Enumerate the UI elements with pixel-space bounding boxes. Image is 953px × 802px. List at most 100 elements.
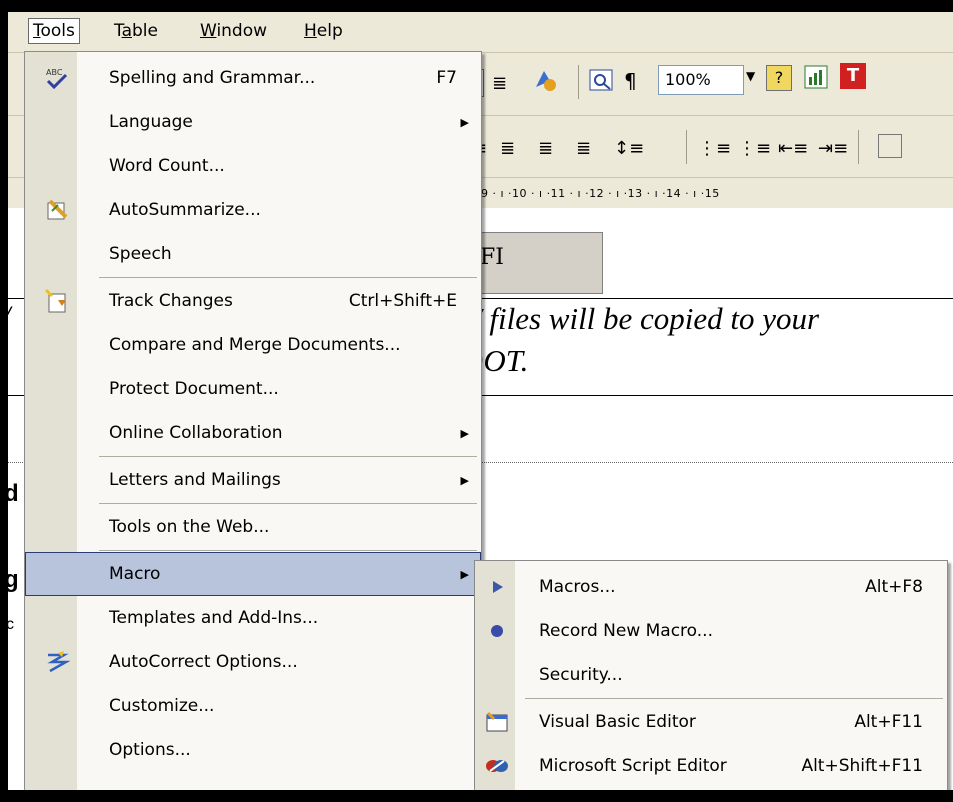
menu-table[interactable]: Table	[114, 21, 158, 41]
tools-menu-item-shortcut: F7	[436, 68, 457, 88]
tools-menu-item-shortcut: Ctrl+Shift+E	[348, 291, 457, 311]
tools-menu-item-label: Online Collaboration	[109, 423, 283, 443]
menu-help[interactable]: Help	[304, 21, 343, 41]
submenu-arrow-icon: ▶	[460, 426, 469, 440]
macro-submenu-item-record-new-macro[interactable]: Record New Macro...	[475, 609, 947, 653]
tools-menu-item-autocorrect-options[interactable]: AutoCorrect Options...	[25, 640, 481, 684]
help-icon[interactable]: ?	[766, 65, 792, 91]
macro-submenu: Macros... Alt+F8 Record New Macro... Securi…	[474, 560, 948, 790]
menu-separator	[99, 456, 477, 457]
menu-bar: Tools Table Window Help	[8, 12, 953, 53]
tools-menu-item-label: Customize...	[109, 696, 215, 716]
macro-submenu-item-security[interactable]: Security...	[475, 653, 947, 697]
menu-separator	[99, 550, 477, 551]
align-right-icon[interactable]: ≣	[538, 138, 553, 159]
macro-submenu-item-label: Visual Basic Editor	[539, 712, 696, 732]
tools-menu-item-autosummarize[interactable]: AutoSummarize...	[25, 188, 481, 232]
track-changes-icon	[43, 287, 71, 315]
tools-menu-item-macro[interactable]: Macro ▶	[25, 552, 481, 596]
pilcrow-icon[interactable]: ¶	[624, 69, 637, 93]
numbering-icon[interactable]: ⋮≡	[698, 138, 731, 159]
line-spacing-icon[interactable]: ↕≡	[614, 138, 644, 159]
macro-submenu-item-shortcut: Alt+F11	[854, 712, 923, 732]
macro-submenu-item-label: Security...	[539, 665, 623, 685]
submenu-arrow-icon: ▶	[460, 567, 469, 581]
tools-menu-item-label: Protect Document...	[109, 379, 279, 399]
menu-window[interactable]: Window	[200, 21, 267, 41]
t-icon[interactable]: T	[840, 63, 866, 89]
tools-menu-item-templates-and-add-ins[interactable]: Templates and Add-Ins...	[25, 596, 481, 640]
tools-menu-item-protect-document[interactable]: Protect Document...	[25, 367, 481, 411]
tools-menu-item-label: Track Changes	[109, 291, 233, 311]
decrease-indent-icon[interactable]: ⇤≡	[778, 138, 808, 159]
macro-submenu-item-label: Macros...	[539, 577, 616, 597]
tools-menu-item-spelling-and-grammar[interactable]: ABC Spelling and Grammar... F7	[25, 56, 481, 100]
tools-menu-item-letters-and-mailings[interactable]: Letters and Mailings ▶	[25, 458, 481, 502]
tools-menu: ABC Spelling and Grammar... F7 Language ▶ Wor…	[24, 51, 482, 790]
tools-menu-item-track-changes[interactable]: Track Changes Ctrl+Shift+E	[25, 279, 481, 323]
submenu-arrow-icon: ▶	[460, 115, 469, 129]
zoom-value: 100%	[665, 70, 711, 89]
record-icon	[483, 617, 511, 645]
menu-tools[interactable]: Tools	[28, 18, 80, 44]
tools-menu-item-word-count[interactable]: Word Count...	[25, 144, 481, 188]
submenu-arrow-icon: ▶	[460, 473, 469, 487]
tools-menu-item-online-collaboration[interactable]: Online Collaboration ▶	[25, 411, 481, 455]
tools-menu-item-customize[interactable]: Customize...	[25, 684, 481, 728]
left-fragment-2: d	[8, 480, 19, 507]
tools-menu-item-tools-on-the-web[interactable]: Tools on the Web...	[25, 505, 481, 549]
tools-menu-item-language[interactable]: Language ▶	[25, 100, 481, 144]
tools-menu-item-label: Spelling and Grammar...	[109, 68, 316, 88]
menu-separator	[525, 698, 943, 699]
tools-menu-item-label: Letters and Mailings	[109, 470, 281, 490]
tools-menu-item-options[interactable]: Options...	[25, 728, 481, 772]
macro-submenu-item-shortcut: Alt+Shift+F11	[801, 756, 923, 776]
zoom-box[interactable]: 100%	[658, 65, 744, 95]
align-center-icon[interactable]: ≣	[500, 138, 515, 159]
left-fragment-1: /	[8, 300, 10, 334]
menu-separator	[99, 503, 477, 504]
word-window: Tools Table Window Help ≣ ¶ 100% ▼ ? T ≡…	[8, 12, 953, 790]
script-editor-icon	[483, 752, 511, 780]
tools-menu-item-label: Options...	[109, 740, 191, 760]
menu-separator	[99, 277, 477, 278]
tools-menu-item-compare-and-merge-documents[interactable]: Compare and Merge Documents...	[25, 323, 481, 367]
tools-menu-item-label: Templates and Add-Ins...	[109, 608, 319, 628]
spelling-icon: ABC	[43, 64, 71, 92]
columns-icon[interactable]: ≣	[492, 73, 507, 94]
increase-indent-icon[interactable]: ⇥≡	[818, 138, 848, 159]
svg-text:ABC: ABC	[46, 68, 63, 77]
left-fragment-3: g	[8, 566, 19, 593]
drawing-icon[interactable]	[532, 67, 558, 93]
bullets-icon[interactable]: ⋮≡	[738, 138, 771, 159]
macro-submenu-item-microsoft-script-editor[interactable]: Microsoft Script Editor Alt+Shift+F11	[475, 744, 947, 788]
tools-menu-item-label: Language	[109, 112, 193, 132]
macro-submenu-item-macros[interactable]: Macros... Alt+F8	[475, 565, 947, 609]
tools-menu-item-label: Compare and Merge Documents...	[109, 335, 401, 355]
chart-icon[interactable]	[804, 65, 828, 89]
macro-submenu-item-label: Record New Macro...	[539, 621, 713, 641]
tools-menu-item-label: Tools on the Web...	[109, 517, 270, 537]
ruler-ticks: · 9 · ı ·10 · ı ·11 · ı ·12 · ı ·13 · ı …	[473, 187, 720, 200]
document-button-label: FI	[480, 245, 504, 270]
autocorrect-icon	[43, 648, 71, 676]
document-map-icon[interactable]	[588, 67, 614, 93]
zoom-dropdown-icon[interactable]: ▼	[746, 69, 755, 83]
macro-submenu-item-visual-basic-editor[interactable]: Visual Basic Editor Alt+F11	[475, 700, 947, 744]
macro-submenu-item-label: Microsoft Script Editor	[539, 756, 727, 776]
vb-editor-icon	[483, 708, 511, 736]
border-icon[interactable]	[878, 134, 902, 158]
tools-menu-item-label: AutoCorrect Options...	[109, 652, 298, 672]
autosummarize-icon	[43, 196, 71, 224]
play-icon	[483, 573, 511, 601]
align-justify-icon[interactable]: ≣	[576, 138, 591, 159]
macro-submenu-item-shortcut: Alt+F8	[865, 577, 923, 597]
tools-menu-item-label: Speech	[109, 244, 172, 264]
tools-menu-item-label: Macro	[109, 564, 161, 584]
left-fragment-4: c	[8, 616, 14, 633]
tools-menu-item-speech[interactable]: Speech	[25, 232, 481, 276]
document-button[interactable]: FI	[473, 232, 603, 294]
tools-menu-item-label: Word Count...	[109, 156, 225, 176]
tools-menu-item-label: AutoSummarize...	[109, 200, 261, 220]
italic-line-1: / files will be copied to your	[473, 301, 820, 336]
